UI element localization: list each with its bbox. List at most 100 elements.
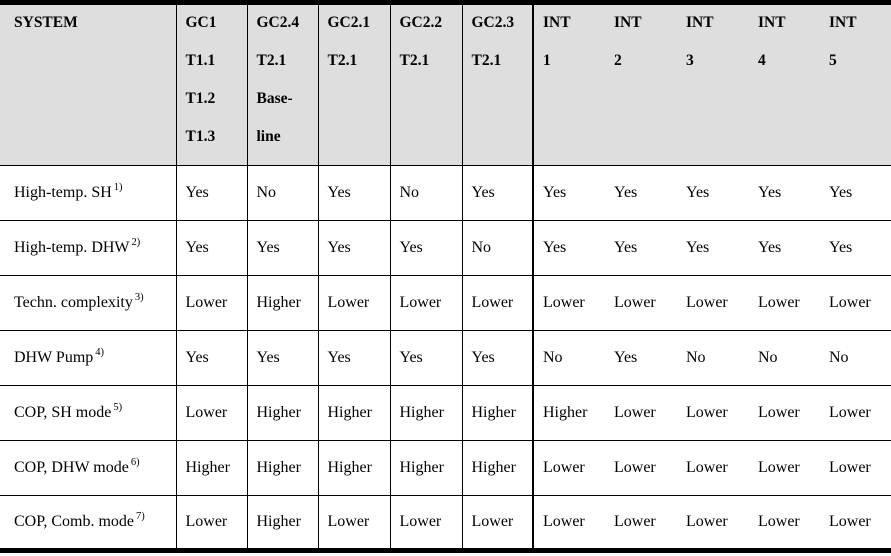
cell-int4: Lower: [749, 440, 820, 496]
cell-gc24: Higher: [247, 275, 319, 331]
cell-int2: Yes: [605, 165, 677, 221]
header-int4-line-2: 4: [758, 52, 766, 69]
header-cell-int1: INT 1: [532, 2, 605, 166]
row-label-text: High-temp. SH: [14, 183, 112, 201]
header-int1-line-1: INT: [543, 14, 571, 31]
cell-int1: Lower: [532, 275, 605, 331]
header-cell-gc24: GC2.4 T2.1 Base- line: [247, 2, 319, 166]
cell-int2: Lower: [614, 512, 656, 530]
cell-int5: Yes: [820, 220, 891, 276]
cell-int3: Lower: [686, 512, 728, 530]
cell-gc1: Lower: [176, 385, 248, 441]
row-label-high-temp-dhw: High-temp. DHW 2): [0, 220, 177, 276]
table-row: COP, Comb. mode 7) Lower Higher Lower Low…: [0, 495, 891, 551]
cell-int5: Lower: [829, 512, 871, 530]
row-label-text: COP, DHW mode: [14, 458, 129, 476]
header-gc24-line-2: T2.1: [256, 52, 287, 69]
header-row: SYSTEM GC1 T1.1 T1.2 T1.3 GC2.4 T2.1 Bas…: [0, 2, 891, 166]
header-int5-line-1: INT: [829, 14, 857, 31]
footnote-marker: 1): [113, 182, 123, 194]
header-gc24-line-4: line: [256, 128, 281, 145]
table-row: COP, DHW mode 6) Higher Higher Higher Hig…: [0, 440, 891, 496]
cell-int2: Lower: [605, 385, 677, 441]
cell-gc23: Yes: [462, 165, 533, 221]
cell-gc24: Higher: [247, 385, 319, 441]
cell-int5: Yes: [820, 165, 891, 221]
cell-int3: Yes: [677, 165, 749, 221]
cell-gc22: Lower: [390, 275, 463, 331]
row-label-text: COP, SH mode: [14, 403, 112, 421]
cell-int4: No: [749, 330, 820, 386]
header-int4-line-1: INT: [758, 14, 786, 31]
table-row: Techn. complexity 3) Lower Higher Lower L…: [0, 275, 891, 331]
header-int2-line-1: INT: [614, 14, 642, 31]
cell-gc23: No: [462, 220, 533, 276]
row-label-cop-comb-mode: COP, Comb. mode 7): [0, 495, 177, 551]
header-gc1-line-1: GC1: [185, 14, 217, 31]
cell-gc24: No: [247, 165, 319, 221]
header-cell-int2: INT 2: [605, 2, 677, 166]
header-gc22-line-1: GC2.2: [399, 14, 443, 31]
cell-int4: Yes: [749, 220, 820, 276]
cell-int2: Yes: [605, 220, 677, 276]
cell-gc1: Higher: [176, 440, 248, 496]
cell-int3: Lower: [677, 440, 749, 496]
cell-gc23: Yes: [462, 330, 533, 386]
header-gc24-line-1: GC2.4: [256, 14, 300, 31]
cell-int5: Lower: [820, 385, 891, 441]
cell-int2: Lower: [605, 275, 677, 331]
cell-int3: No: [677, 330, 749, 386]
cell-gc21: Higher: [318, 385, 391, 441]
cell-int2: Lower: [605, 440, 677, 496]
cell-int2: Yes: [605, 330, 677, 386]
header-cell-int3: INT 3: [677, 2, 749, 166]
header-int3-line-1: INT: [686, 14, 714, 31]
table-row: COP, SH mode 5) Lower Higher Higher Highe…: [0, 385, 891, 441]
cell-int1: No: [532, 330, 605, 386]
row-label-dhw-pump: DHW Pump 4): [0, 330, 177, 386]
cell-int3: Yes: [677, 220, 749, 276]
table-row: High-temp. DHW 2) Yes Yes Yes Yes No Yes …: [0, 220, 891, 276]
row-label-high-temp-sh: High-temp. SH 1): [0, 165, 177, 221]
header-gc21-line-1: GC2.1: [327, 14, 371, 31]
cell-int1: Higher: [532, 385, 605, 441]
footnote-marker: 2): [131, 237, 141, 249]
cell-gc22: Higher: [390, 440, 463, 496]
header-gc21-line-2: T2.1: [327, 52, 358, 69]
cell-int5: Lower: [820, 275, 891, 331]
cell-gc21: Lower: [318, 275, 391, 331]
table-row: High-temp. SH 1) Yes No Yes No Yes Yes Ye…: [0, 165, 891, 221]
header-int5-line-2: 5: [829, 52, 837, 69]
header-gc23-line-1: GC2.3: [471, 14, 515, 31]
table-body: High-temp. SH 1) Yes No Yes No Yes Yes Ye…: [0, 165, 891, 551]
cell-int1: Lower: [532, 440, 605, 496]
cell-gc1: Yes: [176, 220, 248, 276]
cell-gc24: Higher: [247, 440, 319, 496]
cell-int4: Lower: [758, 512, 800, 530]
cell-gc23: Higher: [462, 440, 533, 496]
cell-int5: Lower: [820, 440, 891, 496]
cell-gc1: Lower: [176, 495, 248, 551]
header-int3-line-2: 3: [686, 52, 694, 69]
footnote-marker: 6): [130, 457, 140, 469]
cell-gc1: Yes: [176, 330, 248, 386]
cell-int3: Lower: [677, 275, 749, 331]
cell-gc1: Yes: [176, 165, 248, 221]
cell-int1: Yes: [532, 220, 605, 276]
header-cell-gc23: GC2.3 T2.1: [462, 2, 533, 166]
header-cell-system: SYSTEM: [0, 2, 177, 166]
footnote-marker: 5): [113, 402, 123, 414]
cell-gc21: Yes: [318, 220, 391, 276]
row-label-text: High-temp. DHW: [14, 238, 130, 256]
row-label-text: Techn. complexity: [14, 293, 133, 311]
cell-int4: Lower: [749, 385, 820, 441]
header-cell-int5: INT 5: [820, 2, 891, 166]
header-gc1-line-2: T1.1: [185, 52, 216, 69]
cell-int1: Lower: [532, 495, 605, 551]
cell-gc24: Yes: [247, 220, 319, 276]
cell-gc21: Yes: [318, 330, 391, 386]
cell-gc22: Lower: [390, 495, 463, 551]
header-system-label: SYSTEM: [14, 14, 78, 31]
cell-gc21: Lower: [318, 495, 391, 551]
header-gc22-line-2: T2.1: [399, 52, 430, 69]
